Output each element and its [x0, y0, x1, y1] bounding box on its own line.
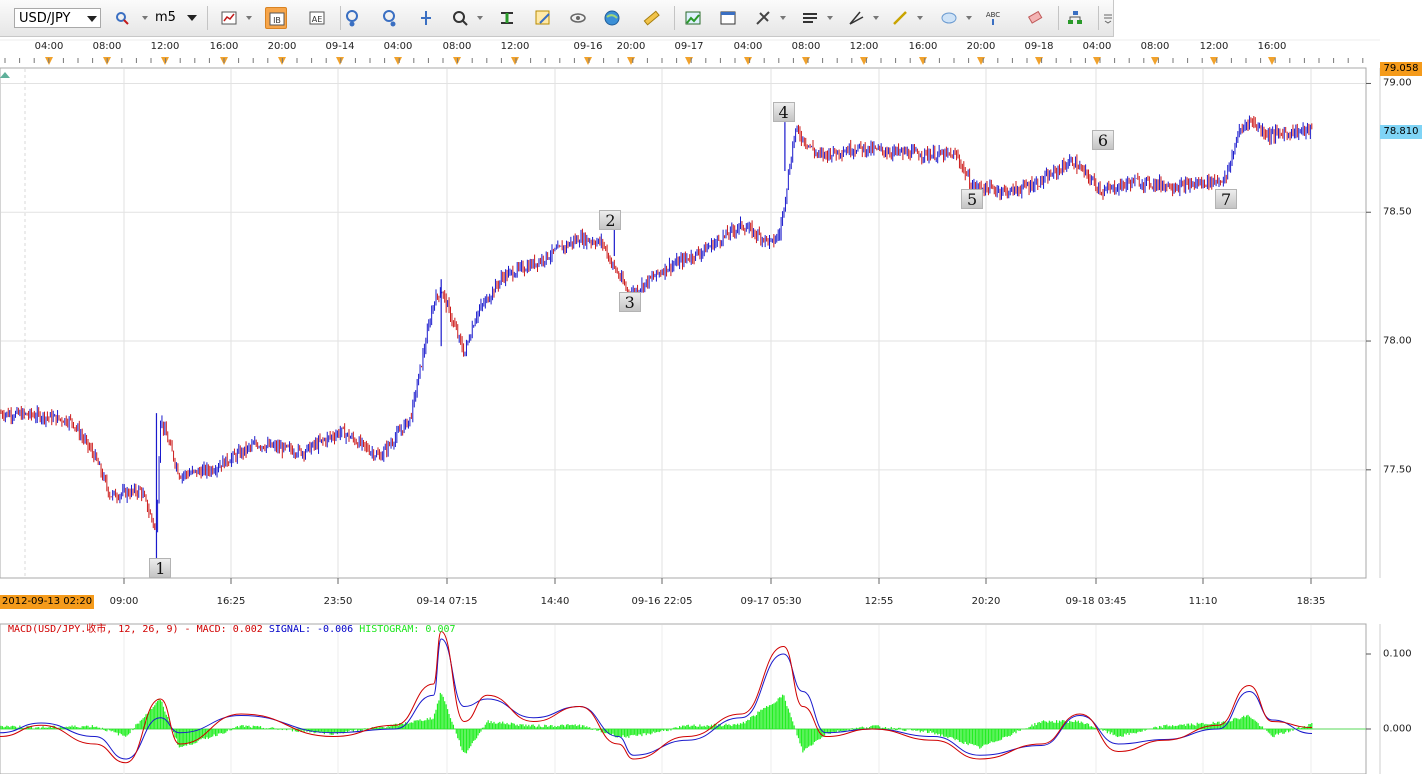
price-chart[interactable] [0, 0, 1426, 774]
bottom-time-label: 20:20 [971, 596, 1001, 607]
session-marker-icon[interactable] [802, 57, 810, 65]
macd-legend-name: MACD(USD/JPY.收市, 12, 26, 9) - [8, 624, 191, 635]
macd-axis-label: 0.000 [1383, 723, 1412, 735]
price-axis-label: 77.50 [1383, 464, 1412, 476]
session-marker-icon[interactable] [453, 57, 461, 65]
session-marker-icon[interactable] [336, 57, 344, 65]
bottom-time-label: 16:25 [216, 596, 246, 607]
price-axis-label: 78.50 [1383, 206, 1412, 218]
session-marker-icon[interactable] [977, 57, 985, 65]
session-marker-icon[interactable] [627, 57, 635, 65]
point-marker-4: 4 [772, 101, 795, 122]
point-marker-5: 5 [961, 189, 984, 210]
macd-panel [0, 623, 1367, 774]
bottom-time-label: 23:50 [323, 596, 353, 607]
price-panel [0, 67, 1367, 579]
point-marker-6: 6 [1091, 130, 1114, 151]
session-marker-icon[interactable] [161, 57, 169, 65]
point-marker-7: 7 [1215, 189, 1238, 210]
macd-legend-histogram: HISTOGRAM: 0.007 [359, 624, 456, 635]
high-price-tag: 79.058 [1380, 61, 1422, 76]
start-date-badge: 2012-09-13 02:20 [0, 595, 95, 609]
bottom-time-label: 11:10 [1188, 596, 1218, 607]
bottom-time-label: 09-17 05:30 [740, 596, 802, 607]
bottom-time-label: 18:35 [1296, 596, 1326, 607]
session-marker-icon[interactable] [394, 57, 402, 65]
bottom-time-label: 09-18 03:45 [1065, 596, 1127, 607]
point-marker-1: 1 [149, 557, 172, 578]
session-marker-icon[interactable] [919, 57, 927, 65]
macd-legend-value: MACD: 0.002 [196, 624, 263, 635]
bottom-time-label: 09-16 22:05 [631, 596, 693, 607]
bottom-time-label: 09:00 [109, 596, 139, 607]
bottom-time-label: 14:40 [540, 596, 570, 607]
session-marker-icon[interactable] [584, 57, 592, 65]
macd-legend: MACD(USD/JPY.收市, 12, 26, 9) - MACD: 0.00… [8, 620, 456, 635]
session-marker-icon[interactable] [511, 57, 519, 65]
last-price-tag: 78.810 [1380, 125, 1422, 140]
point-marker-3: 3 [618, 292, 641, 313]
price-axis-label: 79.00 [1383, 77, 1412, 89]
price-axis-label: 78.00 [1383, 335, 1412, 347]
macd-legend-signal: SIGNAL: -0.006 [268, 624, 354, 635]
point-marker-2: 2 [599, 209, 622, 230]
bottom-time-label: 09-14 07:15 [416, 596, 478, 607]
session-marker-icon[interactable] [1151, 57, 1159, 65]
bottom-time-label: 12:55 [864, 596, 894, 607]
session-marker-icon[interactable] [685, 57, 693, 65]
session-marker-icon[interactable] [744, 57, 752, 65]
macd-axis-label: 0.100 [1383, 648, 1412, 660]
